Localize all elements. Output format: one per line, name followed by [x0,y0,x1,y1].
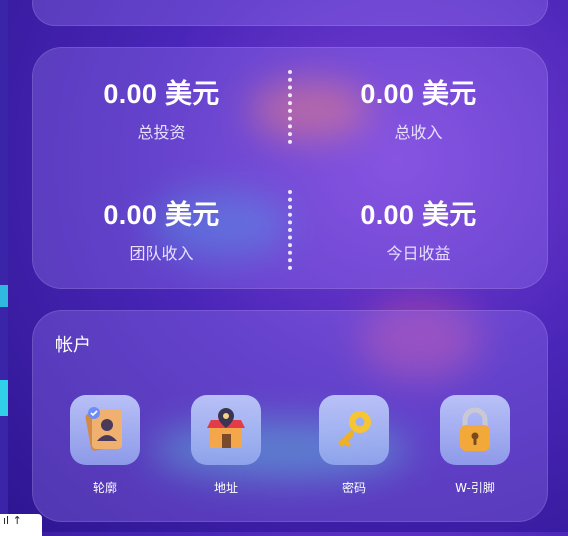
stat-value: 0.00 美元 [103,79,220,109]
account-card: 帐户 轮廓 地址 密码 W-引脚 [32,310,548,522]
app-label: 地址 [213,481,238,495]
shop-location-icon [191,395,261,465]
stat-label: 总投资 [137,123,186,142]
stat-value: 0.00 美元 [360,200,477,230]
password-button[interactable]: 密码 [318,395,390,496]
top-card [32,0,548,26]
w-pin-button[interactable]: W-引脚 [439,395,511,496]
stats-card: 0.00 美元 总投资 0.00 美元 总收入 0.00 美元 团队收入 0.0… [32,47,548,289]
padlock-icon [440,395,510,465]
key-icon [319,395,389,465]
stat-total-investment: 0.00 美元 总投资 [33,72,290,143]
stat-total-income: 0.00 美元 总收入 [290,72,547,143]
left-edge-marker [0,285,8,307]
profile-button[interactable]: 轮廓 [69,395,141,496]
left-edge-strip [0,0,8,532]
address-button[interactable]: 地址 [190,395,262,496]
stat-value: 0.00 美元 [360,79,477,109]
stat-label: 总收入 [394,123,443,142]
account-title: 帐户 [55,335,91,356]
profile-card-icon [70,395,140,465]
app-label: 密码 [341,481,366,495]
stat-value: 0.00 美元 [103,200,220,230]
bottom-tab-indicator[interactable]: ıl ↑ [0,514,42,536]
app-label: W-引脚 [455,481,495,495]
left-edge-marker [0,380,8,416]
app-label: 轮廓 [92,481,117,495]
stat-label: 今日收益 [386,244,451,263]
stat-today-earnings: 0.00 美元 今日收益 [290,193,547,264]
stat-team-income: 0.00 美元 团队收入 [33,193,290,264]
stat-label: 团队收入 [129,244,194,263]
